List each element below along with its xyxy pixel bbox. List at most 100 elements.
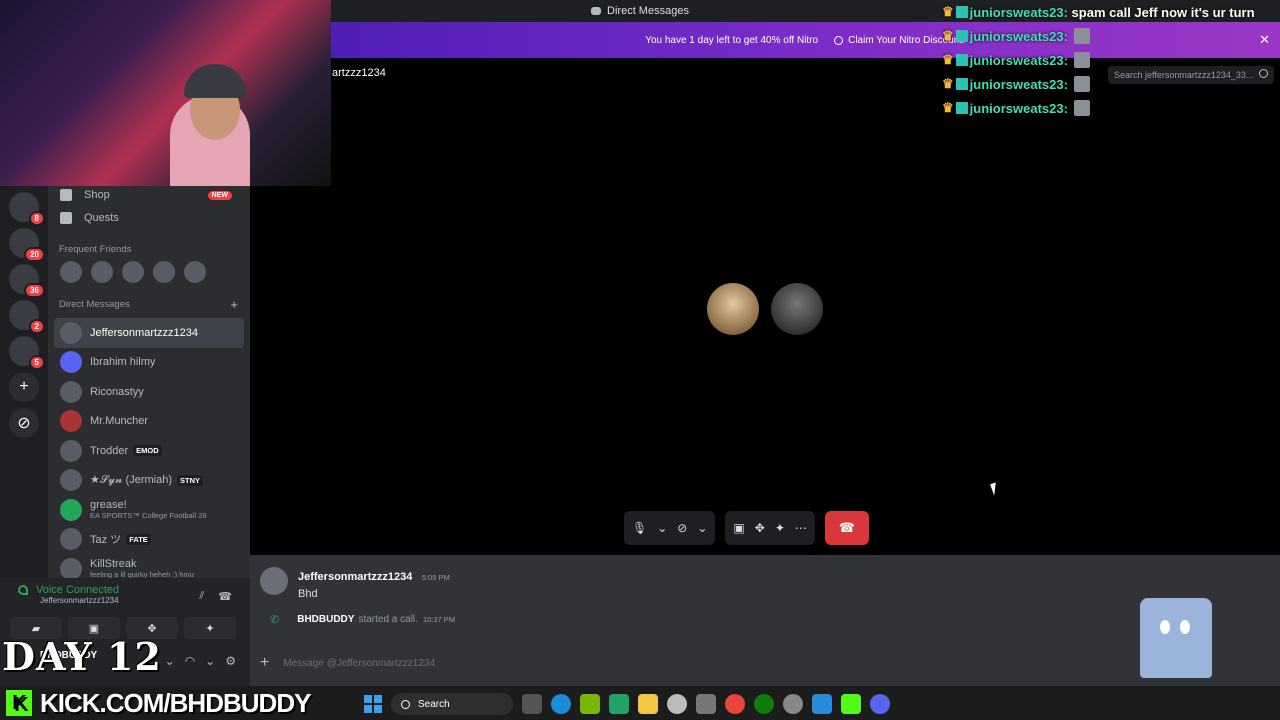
settings-gear-icon[interactable]: ⚙	[225, 654, 236, 668]
mic-control[interactable]: 🎙 ⌄ ⊘ ⌄	[624, 511, 716, 545]
avatar	[60, 498, 82, 521]
dm-name: KillStreak	[90, 558, 137, 571]
chatter-name: juniorsweats23:	[969, 76, 1068, 92]
server-folder[interactable]: 5	[9, 336, 45, 370]
spreadsheet-icon[interactable]	[609, 694, 629, 714]
shop-icon	[60, 189, 72, 201]
taskbar-search[interactable]: Search	[391, 693, 513, 715]
kick-url: KICK.COM/BHDBUDDY	[40, 687, 311, 718]
chatter-name: juniorsweats23:	[969, 52, 1068, 68]
emote-icon	[1073, 52, 1090, 68]
direct-messages-header: Direct Messages +	[48, 283, 250, 312]
voice-controls: ⫽ ☎	[199, 590, 232, 603]
more-options-icon[interactable]: ⋯	[795, 521, 807, 535]
steam-icon[interactable]	[667, 694, 687, 714]
chevron-down-icon[interactable]: ⌄	[657, 521, 667, 535]
message-author[interactable]: Jeffersonmartzzz1234	[298, 571, 412, 583]
composer-placeholder[interactable]: Message @Jeffersonmartzzz1234	[283, 658, 435, 669]
camera-off-icon[interactable]: ⊘	[677, 521, 687, 535]
unread-badge: 5	[28, 355, 45, 370]
frequent-friends-header: Frequent Friends	[48, 232, 250, 255]
sidebar-item-shop[interactable]: Shop NEW	[48, 186, 250, 204]
friend-avatar[interactable]	[60, 261, 82, 283]
chevron-down-icon[interactable]: ⌄	[205, 654, 215, 668]
server-folder[interactable]: 36	[9, 264, 45, 298]
unread-badge: 36	[24, 283, 45, 298]
soundboard-button[interactable]: ✦	[184, 617, 236, 639]
message-header: Jeffersonmartzzz1234 5:05 PM	[298, 567, 450, 585]
phone-icon: ✆	[270, 614, 280, 626]
app-icon[interactable]	[783, 694, 803, 714]
headphones-icon[interactable]: ◠	[185, 654, 195, 668]
store-icon[interactable]	[696, 694, 716, 714]
chevron-down-icon[interactable]: ⌄	[165, 654, 175, 668]
unread-badge: 2	[28, 319, 45, 334]
dm-header-name: artzzz1234	[332, 67, 386, 79]
xbox-icon[interactable]	[754, 694, 774, 714]
frequent-friends-label: Frequent Friends	[59, 244, 132, 255]
server-folder[interactable]: 2	[9, 300, 45, 334]
edge-icon[interactable]	[551, 694, 571, 714]
friend-avatar[interactable]	[153, 261, 175, 283]
nvidia-icon[interactable]	[580, 694, 600, 714]
noise-suppression-icon[interactable]: ⫽	[199, 590, 204, 603]
dm-item[interactable]: Jeffersonmartzzz1234	[54, 318, 244, 348]
screenshare-icon[interactable]: ▣	[733, 521, 744, 535]
chevron-down-icon[interactable]: ⌄	[697, 521, 707, 535]
friend-avatar[interactable]	[184, 261, 206, 283]
friend-avatar[interactable]	[122, 261, 144, 283]
call-participant-avatar[interactable]	[707, 283, 759, 335]
microphone-icon[interactable]: 🎙	[632, 521, 647, 535]
dm-item[interactable]: Riconastyy	[54, 377, 244, 407]
discover-icon[interactable]: ⊘	[9, 408, 39, 438]
discord-icon	[591, 7, 602, 15]
clan-tag: EMOD	[133, 445, 162, 457]
message-composer[interactable]: + Message @Jeffersonmartzzz1234	[260, 651, 1270, 675]
app-icon[interactable]	[812, 694, 832, 714]
taskbar-icons: Search	[364, 693, 890, 715]
chatter-name: juniorsweats23:	[969, 28, 1068, 44]
sidebar-item-quests[interactable]: Quests	[48, 204, 250, 232]
dm-name: Trodder	[90, 444, 129, 457]
system-message-user[interactable]: BHDBUDDY	[297, 614, 354, 625]
call-participant-avatar[interactable]	[771, 283, 823, 335]
soundboard-icon[interactable]: ✦	[775, 521, 785, 535]
chat-message: Jeffersonmartzzz1234 5:05 PM Bhd	[260, 567, 450, 600]
dm-item[interactable]: grease! EA SPORTS™ College Football 26	[54, 495, 244, 525]
chatter-name: juniorsweats23:	[969, 4, 1068, 20]
attach-plus-icon[interactable]: +	[260, 654, 269, 672]
dm-item[interactable]: Mr.Muncher	[54, 407, 244, 437]
syn-logo	[1214, 650, 1276, 708]
dm-item[interactable]: Taz ツ FATE	[54, 525, 244, 555]
kick-app-icon[interactable]	[841, 694, 861, 714]
dm-item[interactable]: Ibrahim hilmy	[54, 348, 244, 378]
disconnect-button[interactable]: ☎	[824, 511, 869, 545]
quests-label: Quests	[84, 212, 119, 224]
dm-item[interactable]: ★𝓢𝔂𝓷 (Jermiah) STNY	[54, 466, 244, 496]
streamer-cap	[184, 64, 246, 98]
windows-start-icon[interactable]	[364, 695, 382, 713]
chat-text: spam call Jeff now it's ur turn	[1071, 4, 1255, 20]
disconnect-icon[interactable]: ☎	[218, 590, 232, 603]
server-folder[interactable]: 20	[9, 228, 45, 262]
dm-item[interactable]: Trodder EMOD	[54, 436, 244, 466]
avatar	[60, 469, 82, 492]
chatter-name: juniorsweats23:	[969, 100, 1068, 116]
search-icon	[401, 699, 410, 709]
crown-icon: ♛	[942, 76, 954, 91]
activities-icon[interactable]: ✥	[755, 521, 765, 535]
file-explorer-icon[interactable]	[638, 694, 658, 714]
nitro-banner-text: You have 1 day left to get 40% off Nitro	[645, 34, 819, 46]
create-dm-icon[interactable]: +	[230, 297, 238, 312]
add-server-icon[interactable]: +	[9, 372, 39, 402]
dm-name: ★𝓢𝔂𝓷 (Jermiah)	[90, 474, 172, 487]
chrome-icon[interactable]	[725, 694, 745, 714]
avatar	[60, 380, 82, 403]
server-folder[interactable]: 8	[9, 192, 45, 226]
task-view-icon[interactable]	[522, 694, 542, 714]
kick-overlay: K KICK.COM/BHDBUDDY	[0, 686, 311, 720]
discord-taskbar-icon[interactable]	[870, 694, 890, 714]
avatar[interactable]	[260, 567, 288, 595]
friend-avatar[interactable]	[91, 261, 113, 283]
direct-messages-label: Direct Messages	[59, 299, 130, 310]
